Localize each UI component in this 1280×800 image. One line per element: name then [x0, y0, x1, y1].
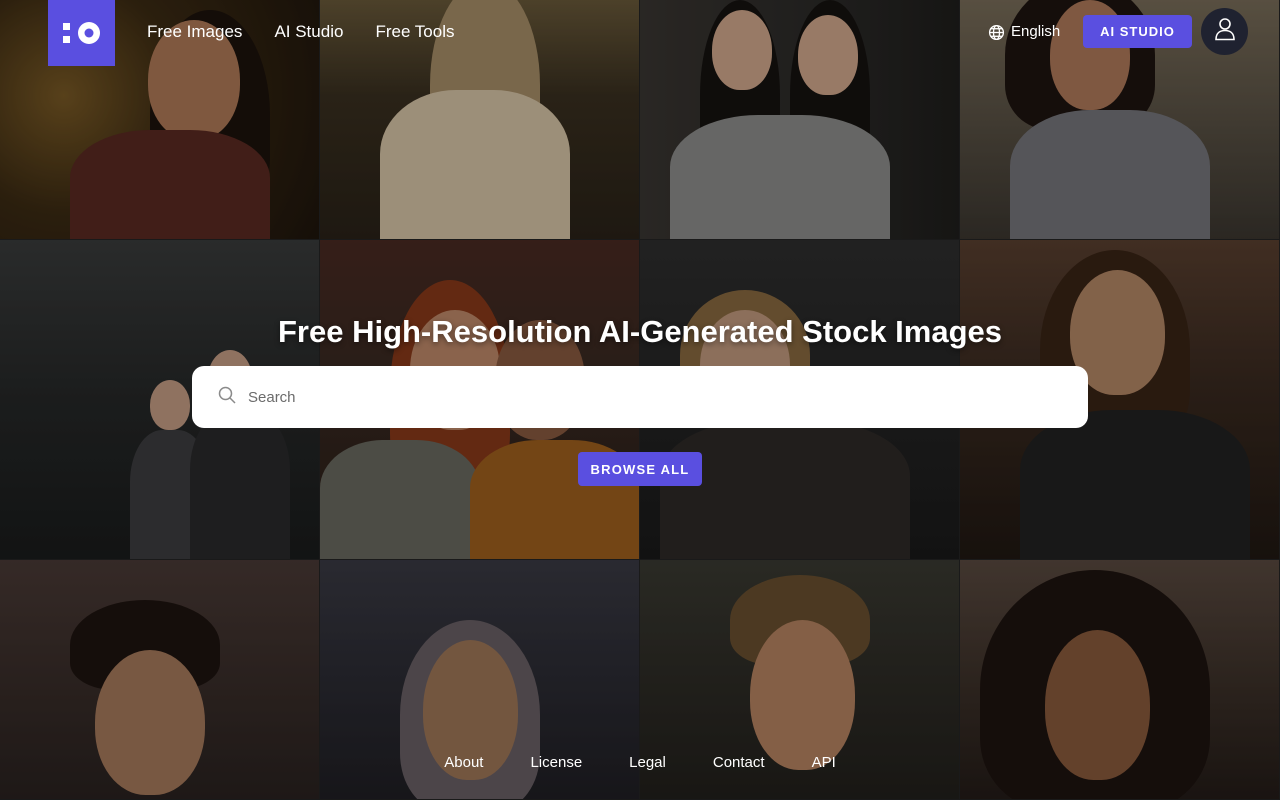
footer-link-license[interactable]: License [530, 752, 582, 774]
user-icon [1214, 17, 1236, 46]
ai-studio-button[interactable]: AI STUDIO [1083, 15, 1192, 48]
nav-free-images[interactable]: Free Images [147, 21, 242, 43]
globe-icon [988, 24, 1005, 41]
search-bar[interactable] [192, 366, 1088, 428]
search-icon [218, 386, 236, 409]
footer-link-legal[interactable]: Legal [629, 752, 666, 774]
account-button[interactable] [1201, 8, 1248, 55]
site-header: Free Images AI Studio Free Tools English… [0, 0, 1280, 66]
hero-title: Free High-Resolution AI-Generated Stock … [277, 314, 1003, 349]
logo[interactable] [48, 0, 115, 66]
footer-link-contact[interactable]: Contact [713, 752, 765, 774]
search-input[interactable] [248, 388, 1068, 406]
browse-all-button[interactable]: BROWSE ALL [578, 452, 702, 486]
nav-ai-studio[interactable]: AI Studio [274, 21, 343, 43]
footer-links: About License Legal Contact API [0, 752, 1280, 774]
footer-link-api[interactable]: API [812, 752, 836, 774]
language-selector[interactable]: English [988, 21, 1060, 43]
language-label: English [1011, 23, 1061, 40]
nav-free-tools[interactable]: Free Tools [375, 21, 454, 43]
logo-icon [61, 20, 103, 46]
main-nav: Free Images AI Studio Free Tools [147, 21, 455, 43]
footer-link-about[interactable]: About [444, 752, 483, 774]
